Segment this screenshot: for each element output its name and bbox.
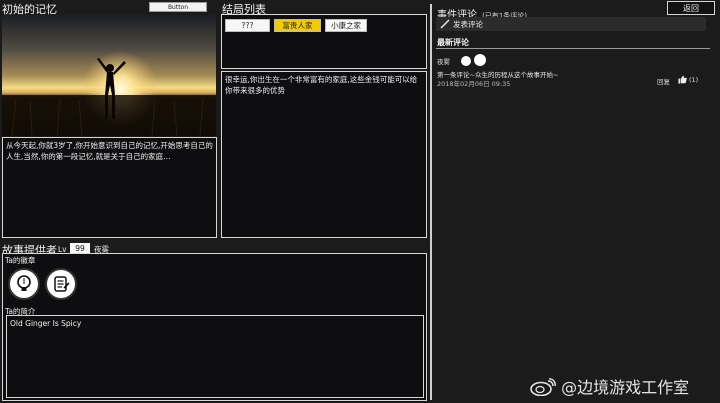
ending-item-rich-family[interactable]: 富贵人家: [274, 19, 321, 32]
vertical-divider: [430, 4, 432, 400]
watermark-text: @边境游戏工作室: [561, 378, 690, 397]
latest-comments-title: 最新评论: [437, 38, 469, 47]
weibo-icon: [530, 378, 556, 397]
post-comment-button[interactable]: 发表评论: [436, 17, 706, 31]
sunset-silhouette-image: [2, 51, 216, 136]
scroll-icon[interactable]: [45, 268, 77, 300]
badges-title: Ta的徽章: [5, 256, 36, 265]
lightbulb-icon[interactable]: [8, 268, 40, 300]
pencil-icon: [440, 19, 450, 29]
latest-comments-divider: [436, 48, 710, 49]
intro-text: Old Ginger Is Spicy: [10, 319, 82, 328]
comment-author[interactable]: 夜雾: [437, 56, 450, 66]
comment-date: 2018年02月06日 09:35: [437, 80, 511, 88]
lightbulb-icon: [461, 56, 471, 66]
endings-list-panel: ??? 富贵人家 小康之家: [221, 14, 427, 69]
intro-panel: Old Ginger Is Spicy: [6, 315, 424, 398]
ending-item-middle-class[interactable]: 小康之家: [325, 19, 367, 32]
memory-text: 从今天起,你就3岁了,你开始意识到自己的记忆,开始思考自己的人生,当然,你的第一…: [6, 141, 213, 161]
memory-button[interactable]: Button: [149, 2, 207, 12]
reply-button[interactable]: 回复: [657, 76, 670, 86]
like-button[interactable]: (1): [678, 75, 698, 84]
ending-description: 很幸运,你出生在一个非常富有的家庭,这些金钱可能可以给你带来很多的优势: [225, 75, 418, 95]
memory-text-panel: 从今天起,你就3岁了,你开始意识到自己的记忆,开始思考自己的人生,当然,你的第一…: [2, 137, 217, 238]
watermark: @边境游戏工作室: [530, 374, 689, 398]
ending-description-panel: 很幸运,你出生在一个非常富有的家庭,这些金钱可能可以给你带来很多的优势: [221, 71, 427, 238]
like-count: (1): [689, 75, 699, 84]
memory-image: [2, 15, 216, 136]
post-comment-label: 发表评论: [453, 19, 483, 29]
scroll-icon: [474, 54, 486, 66]
back-button[interactable]: 返回: [667, 1, 715, 15]
comment-item: 夜雾 第一条评论~众生的历程从这个故事开始~ 2018年02月06日 09:35…: [437, 54, 711, 88]
thumbs-up-icon: [678, 75, 687, 84]
ending-item-unknown[interactable]: ???: [225, 19, 270, 32]
